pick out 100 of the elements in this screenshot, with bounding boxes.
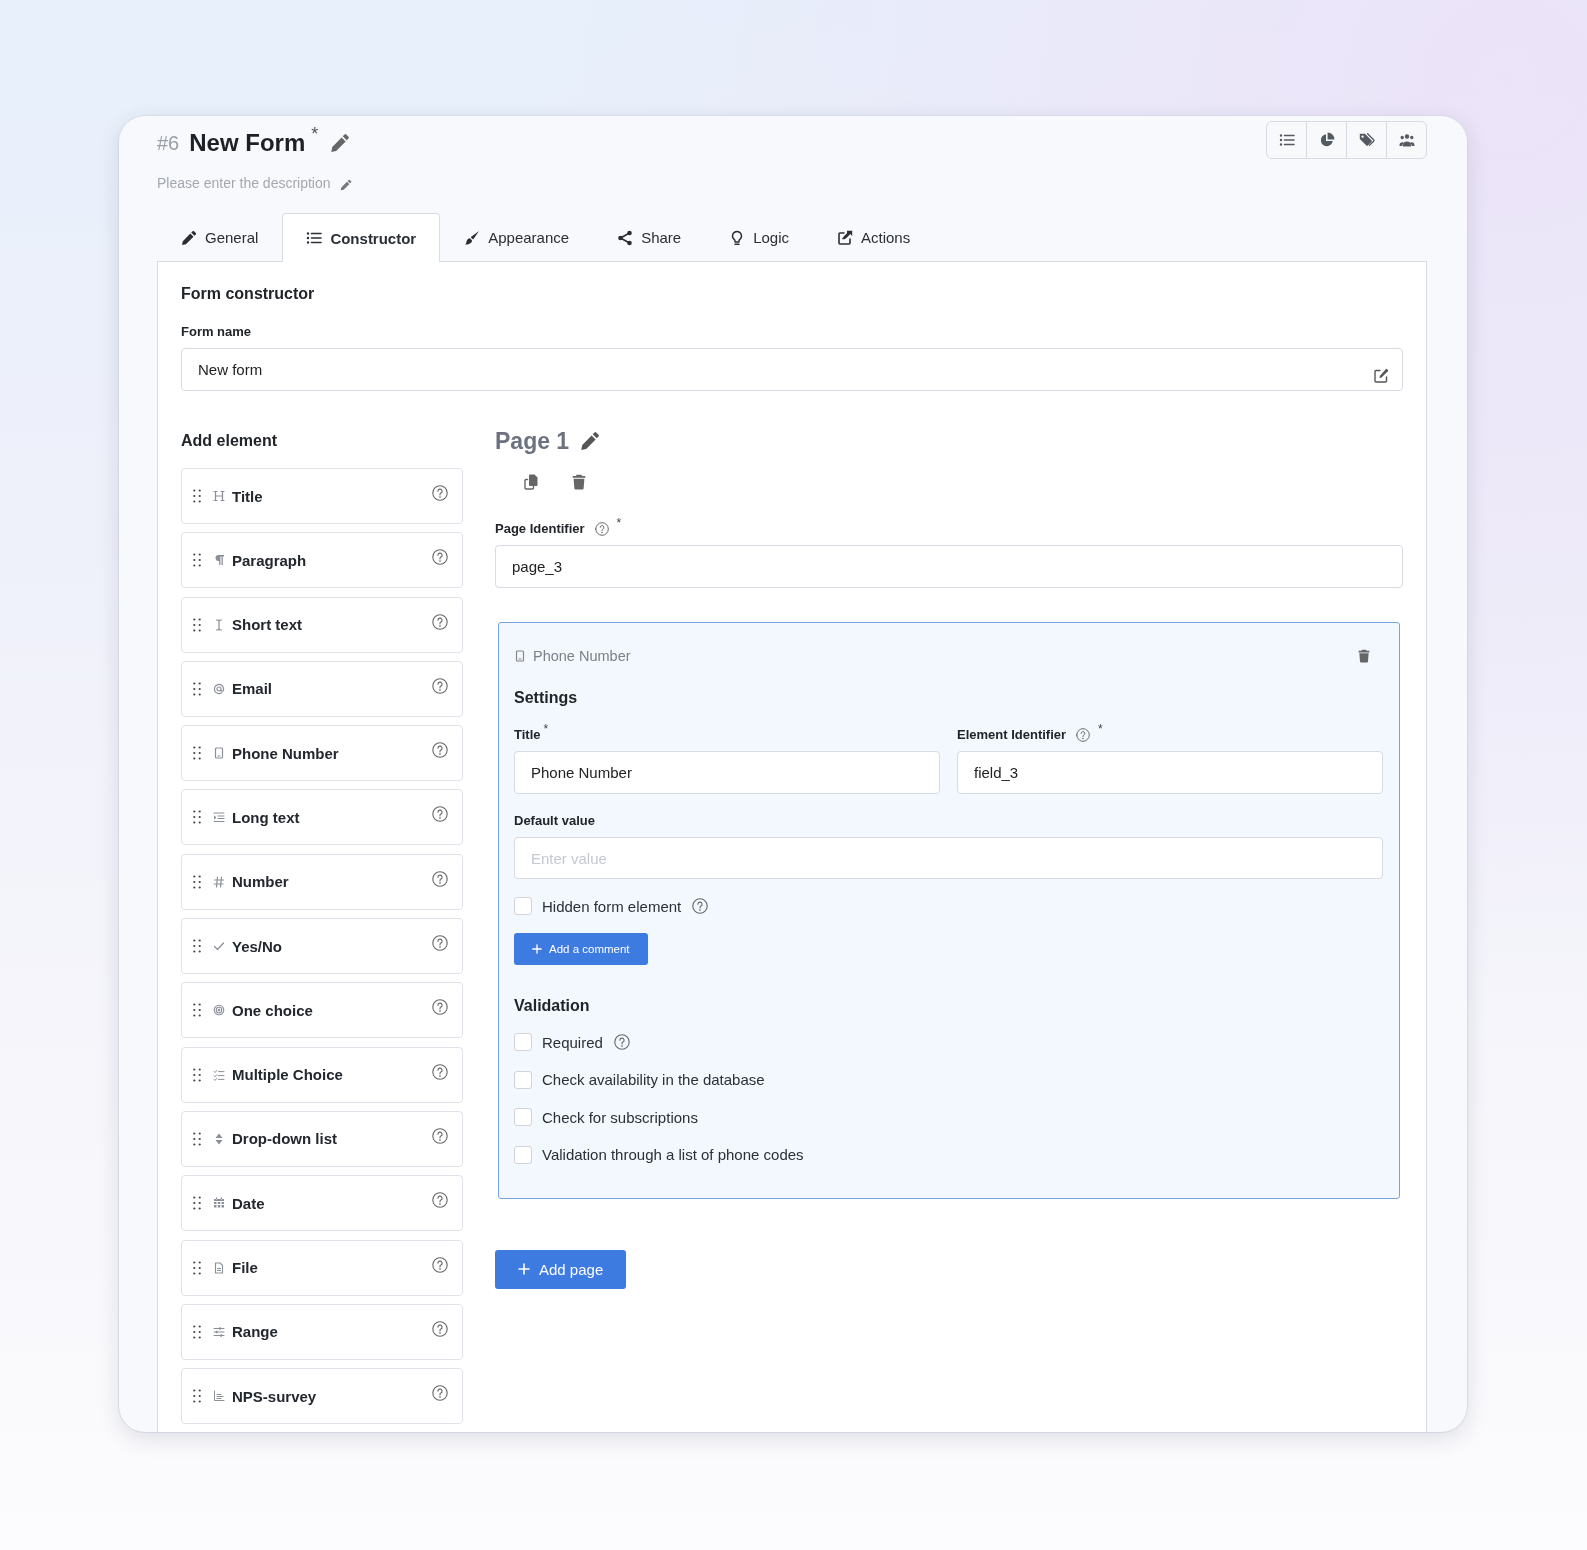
input-field[interactable]: Enter value [514,837,1383,879]
help-icon[interactable] [1076,728,1091,742]
help-icon[interactable] [432,613,448,630]
help-icon[interactable] [432,485,448,501]
tab[interactable]: Actions [813,213,935,261]
sort-arrows-icon [213,1132,225,1145]
drag-handle-icon[interactable] [193,1067,201,1082]
help-icon[interactable] [432,999,448,1016]
share-icon [617,229,634,246]
drag-handle-icon[interactable] [193,553,201,568]
required-mark: * [616,518,622,528]
element-type-item[interactable]: Drop-down list [181,1110,463,1167]
checkbox[interactable] [514,1145,532,1164]
checkbox[interactable] [514,1070,532,1089]
required-mark: * [1098,724,1103,734]
input-field[interactable]: field_3 [957,751,1383,794]
element-card[interactable] [498,622,1400,1199]
element-type-item[interactable]: Range [181,1303,463,1360]
tab[interactable]: Constructor [282,213,441,262]
element-type-item[interactable]: Paragraph [181,532,463,589]
pencil-icon [181,229,197,246]
drag-handle-icon[interactable] [193,1389,201,1404]
tags-icon [1358,132,1375,148]
tab[interactable]: Share [593,213,706,261]
element-type-item[interactable]: Number [181,853,463,910]
list-icon [306,230,323,246]
drag-handle-icon[interactable] [193,617,201,632]
users-button[interactable] [1386,121,1427,159]
section-title: Settings [514,688,579,708]
input-field[interactable]: page_3 [495,545,1403,588]
drag-handle-icon[interactable] [193,1196,201,1211]
export-icon [837,229,853,246]
list-view-button[interactable] [1266,121,1307,159]
hash-icon [213,875,225,888]
phone-icon [213,747,225,760]
help-icon[interactable] [432,870,448,887]
element-type-item[interactable]: File [181,1239,463,1296]
tab[interactable]: Logic [705,213,813,261]
list-icon [1278,132,1295,148]
drag-handle-icon[interactable] [193,1003,201,1018]
pencil-icon[interactable] [330,133,351,153]
file-icon [213,1261,225,1274]
edit-icon[interactable] [1373,368,1389,384]
help-icon[interactable] [432,1127,448,1144]
element-type-item[interactable]: NPS-survey [181,1368,463,1425]
drag-handle-icon[interactable] [193,810,201,825]
add-page-button[interactable]: Add page [495,1249,627,1289]
drag-handle-icon[interactable] [193,489,201,503]
required-mark: * [543,724,549,734]
pencil-icon[interactable] [339,178,352,191]
help-icon[interactable] [432,1320,448,1337]
help-icon[interactable] [613,1034,630,1050]
trash-icon[interactable] [1358,649,1370,663]
help-icon[interactable] [432,742,448,759]
tags-button[interactable] [1346,121,1387,159]
pencil-icon[interactable] [580,431,601,451]
element-type-item[interactable]: Long text [181,789,463,846]
users-icon [1398,132,1415,148]
heading-icon [213,490,225,502]
element-type-item[interactable]: One choice [181,982,463,1039]
statistics-button[interactable] [1306,121,1347,159]
help-icon[interactable] [432,549,448,566]
checkbox[interactable] [514,897,532,915]
help-icon[interactable] [432,677,448,694]
help-icon[interactable] [432,935,448,952]
drag-handle-icon[interactable] [193,681,201,696]
checkbox[interactable] [514,1033,532,1051]
tab[interactable]: General [157,213,283,261]
help-icon[interactable] [432,1063,448,1080]
drag-handle-icon[interactable] [193,1131,201,1146]
element-type-item[interactable]: Title [181,468,463,524]
help-icon[interactable] [594,522,609,536]
help-icon[interactable] [692,898,709,914]
element-type-item[interactable]: Date [181,1175,463,1232]
input-field[interactable]: Phone Number [514,751,940,794]
trash-icon[interactable] [572,474,586,490]
drag-handle-icon[interactable] [193,939,201,954]
copy-icon[interactable] [523,474,539,490]
element-type-item[interactable]: Email [181,660,463,717]
help-icon[interactable] [432,1385,448,1402]
help-icon[interactable] [432,1192,448,1209]
checkbox-label: Validation through a list of phone codes [542,1146,804,1164]
drag-handle-icon[interactable] [193,874,201,889]
phone-icon [515,650,525,662]
help-icon[interactable] [432,806,448,823]
drag-handle-icon[interactable] [193,746,201,761]
checkbox[interactable] [514,1108,532,1127]
element-type-item[interactable]: Yes/No [181,918,463,975]
element-type-item[interactable]: Short text [181,596,463,653]
at-sign-icon [213,682,225,695]
input-field[interactable]: New form [181,348,1403,391]
drag-handle-icon[interactable] [193,1260,201,1275]
element-type-item[interactable]: Phone Number [181,725,463,782]
element-type-item[interactable]: Multiple Choice [181,1046,463,1103]
drag-handle-icon[interactable] [193,1324,201,1339]
section-title: Validation [514,996,591,1016]
add-comment-button[interactable]: Add a comment [514,933,648,965]
help-icon[interactable] [432,1256,448,1273]
tab[interactable]: Appearance [440,213,594,261]
field-label: Element Identifier [957,726,1067,744]
